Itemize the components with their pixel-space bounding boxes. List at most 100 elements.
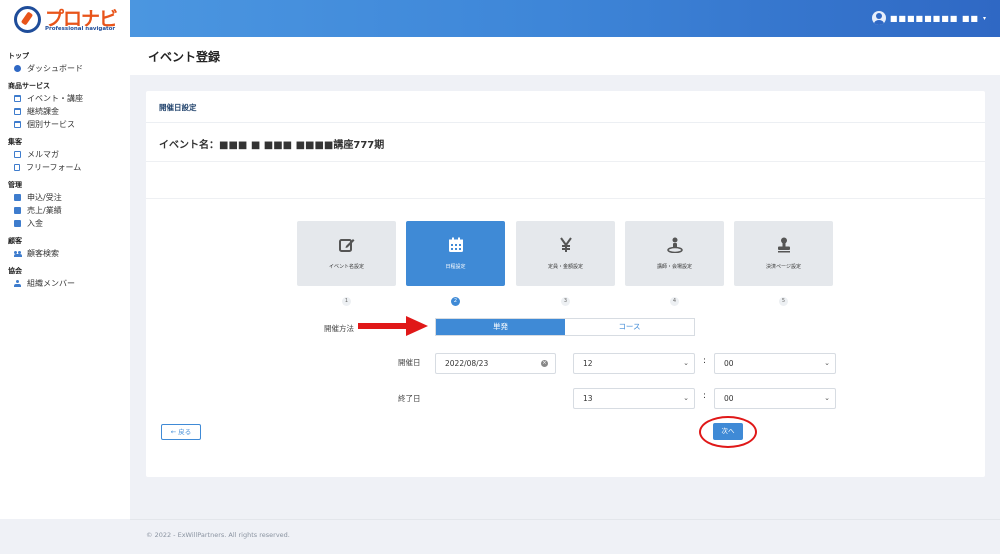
start-minute-value: 00 (724, 359, 734, 368)
event-name-value: ■■■ ■ ■■■ ■■■■講座777期 (219, 140, 385, 151)
sidebar-item-individual-service[interactable]: 個別サービス (0, 118, 130, 131)
user-menu[interactable]: ■■■■■■■■ ■■ ▾ (871, 11, 986, 25)
start-minute-select[interactable]: 00 ⌄ (714, 353, 836, 374)
sidebar-item-label: メルマガ (27, 150, 59, 159)
sidebar-item-customer-search[interactable]: 顧客検索 (0, 247, 130, 260)
time-separator: : (703, 356, 707, 366)
calendar-icon (14, 121, 21, 128)
user-name: ■■■■■■■■ ■■ (889, 13, 979, 23)
step-number: 3 (561, 297, 570, 306)
sidebar-item-label: 継続課金 (27, 107, 59, 116)
time-separator: : (703, 391, 707, 401)
sidebar-item-label: フリーフォーム (26, 163, 82, 172)
step-schedule[interactable]: 日程設定 (406, 221, 505, 286)
brand-logo[interactable]: プロナビ Professional navigator (0, 0, 130, 37)
divider (146, 198, 985, 199)
method-single-button[interactable]: 単発 (436, 319, 565, 335)
method-label: 開催方法 (324, 324, 354, 333)
end-minute-value: 00 (724, 394, 734, 403)
sidebar-item-orders[interactable]: 申込/受注 (0, 191, 130, 204)
chevron-down-icon: ⌄ (824, 359, 830, 367)
chevron-down-icon: ⌄ (683, 394, 689, 402)
step-payment-page[interactable]: 決済ページ設定 (734, 221, 833, 286)
sidebar-item-subscription[interactable]: 継続課金 (0, 105, 130, 118)
sidebar-item-label: 個別サービス (27, 120, 75, 129)
clear-icon[interactable]: × (541, 360, 548, 367)
avatar-icon (871, 11, 886, 25)
sidebar-item-dashboard[interactable]: ダッシュボード (0, 62, 130, 75)
red-arrow-annotation (358, 316, 428, 336)
dashboard-icon (14, 65, 21, 72)
sidebar-item-members[interactable]: 組織メンバー (0, 277, 130, 290)
sidebar: トップ ダッシュボード 商品サービス イベント・講座 継続課金 個別サービス 集… (0, 37, 130, 519)
sidebar-group-title: 商品サービス (8, 82, 50, 90)
sidebar-item-label: 顧客検索 (27, 249, 59, 258)
sidebar-item-free-form[interactable]: フリーフォーム (0, 161, 130, 174)
step-label: 日程設定 (445, 264, 466, 270)
sidebar-group-title: トップ (8, 52, 29, 60)
compass-logo-icon (14, 6, 41, 33)
sidebar-item-newsletter[interactable]: メルマガ (0, 148, 130, 161)
event-name-label: イベント名： (159, 140, 219, 151)
sidebar-item-label: 申込/受注 (27, 193, 62, 202)
brand-tagline: Professional navigator (45, 26, 116, 32)
user-icon (14, 280, 21, 287)
step-instructor-venue[interactable]: 講師・会場設定 (625, 221, 724, 286)
sidebar-item-payments[interactable]: 入金 (0, 217, 130, 230)
box-icon (14, 207, 21, 214)
start-hour-select[interactable]: 12 ⌄ (573, 353, 695, 374)
calendar-icon (14, 95, 21, 102)
location-person-icon (666, 237, 683, 253)
footer-copyright: © 2022 - ExWillPartners. All rights rese… (146, 531, 290, 539)
step-event-name[interactable]: イベント名設定 (297, 221, 396, 286)
step-number: 5 (779, 297, 788, 306)
sidebar-group-title: 顧客 (8, 237, 22, 245)
sidebar-item-events[interactable]: イベント・講座 (0, 92, 130, 105)
step-label: 定員・金額設定 (547, 264, 583, 270)
top-header: プロナビ Professional navigator ■■■■■■■■ ■■ … (0, 0, 1000, 37)
sidebar-group-title: 管理 (8, 181, 22, 189)
chevron-down-icon: ⌄ (824, 394, 830, 402)
document-icon (14, 164, 20, 171)
end-hour-select[interactable]: 13 ⌄ (573, 388, 695, 409)
chevron-down-icon: ▾ (982, 14, 986, 22)
step-capacity-price[interactable]: 定員・金額設定 (516, 221, 615, 286)
sidebar-item-label: 組織メンバー (27, 279, 75, 288)
yen-icon (559, 237, 572, 252)
start-date-label: 開催日 (398, 358, 421, 367)
box-icon (14, 194, 21, 201)
event-name: イベント名：■■■ ■ ■■■ ■■■■講座777期 (159, 136, 384, 151)
sidebar-item-label: ダッシュボード (27, 64, 83, 73)
card-heading: 開催日設定 (146, 91, 985, 123)
method-toggle[interactable]: 単発 コース (435, 318, 695, 336)
end-date-label: 終了日 (398, 394, 421, 403)
step-label: イベント名設定 (328, 264, 364, 270)
start-date-input[interactable]: 2022/08/23 × (435, 353, 556, 374)
step-number: 1 (342, 297, 351, 306)
end-hour-value: 13 (583, 394, 593, 403)
sidebar-item-label: 売上/業績 (27, 206, 62, 215)
start-date-value: 2022/08/23 (445, 359, 489, 368)
sidebar-item-sales[interactable]: 売上/業績 (0, 204, 130, 217)
end-minute-select[interactable]: 00 ⌄ (714, 388, 836, 409)
footer-divider (130, 519, 1000, 520)
mail-icon (14, 151, 21, 158)
box-icon (14, 220, 21, 227)
users-icon (14, 250, 22, 257)
stamp-icon (777, 237, 790, 253)
chevron-down-icon: ⌄ (683, 359, 689, 367)
step-label: 決済ページ設定 (766, 264, 801, 270)
start-hour-value: 12 (583, 359, 593, 368)
sidebar-group-title: 協会 (8, 267, 22, 275)
next-button[interactable]: 次へ (713, 423, 743, 440)
back-button[interactable]: ← 戻る (161, 424, 201, 440)
step-label: 講師・会場設定 (656, 264, 692, 270)
divider (146, 161, 985, 162)
schedule-card: 開催日設定 イベント名：■■■ ■ ■■■ ■■■■講座777期 イベント名設定… (146, 91, 985, 477)
step-number: 2 (451, 297, 460, 306)
method-course-button[interactable]: コース (565, 319, 694, 335)
calendar-icon (448, 237, 463, 252)
sidebar-group-title: 集客 (8, 138, 22, 146)
page-title-bar: イベント登録 (130, 37, 1000, 75)
page-title: イベント登録 (148, 50, 221, 64)
